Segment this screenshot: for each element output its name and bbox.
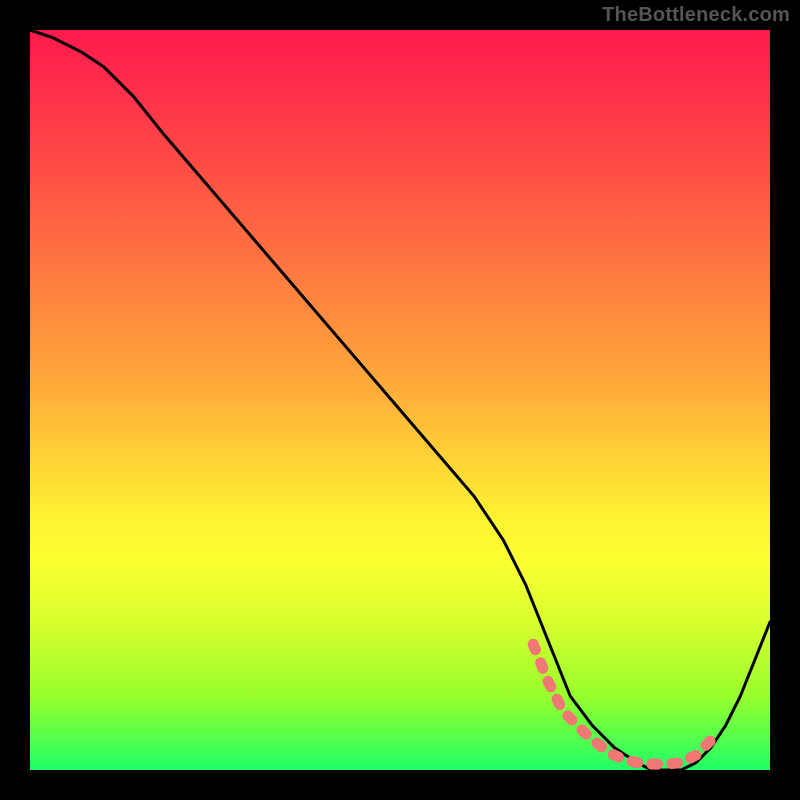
chart-frame: TheBottleneck.com: [0, 0, 800, 800]
curve-svg: [30, 30, 770, 770]
plot-area: [30, 30, 770, 770]
highlight-curve-path: [533, 644, 711, 764]
watermark-text: TheBottleneck.com: [602, 4, 790, 27]
main-curve-path: [30, 30, 770, 770]
